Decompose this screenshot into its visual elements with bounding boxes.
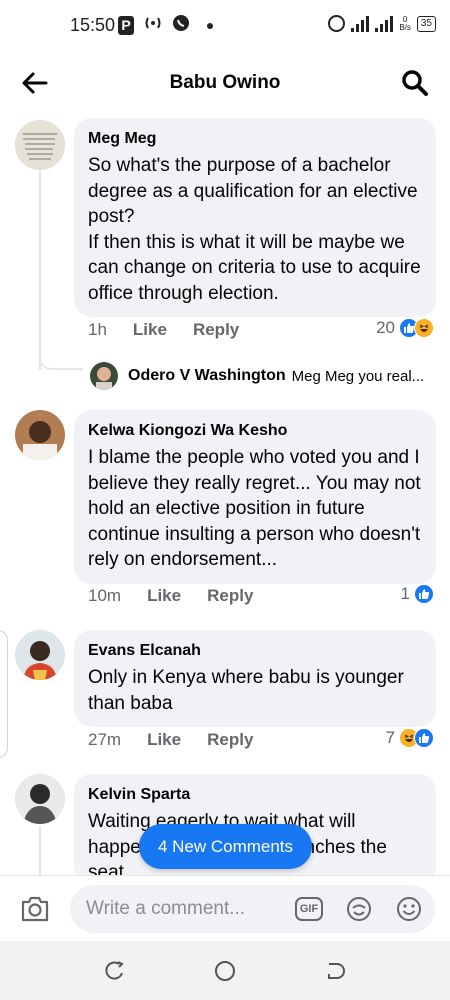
- comment-actions: 1h Like Reply: [88, 320, 239, 340]
- reply-button[interactable]: Reply: [207, 730, 253, 750]
- like-reaction-icon: [414, 584, 434, 604]
- gif-button[interactable]: GIF: [295, 897, 323, 921]
- reaction-summary[interactable]: 1: [401, 584, 434, 604]
- haha-reaction-icon: [414, 318, 434, 338]
- comment-actions: 10m Like Reply: [88, 586, 253, 606]
- camera-icon: [21, 896, 49, 922]
- like-button[interactable]: Like: [147, 730, 181, 750]
- thread-line: [39, 826, 41, 875]
- network-speed: 0 B/s: [399, 14, 411, 32]
- comment-list[interactable]: Meg Meg So what's the purpose of a bache…: [0, 108, 450, 875]
- search-button[interactable]: [400, 68, 430, 98]
- hotspot-icon: [143, 15, 163, 36]
- reply-snippet: Meg Meg you real...: [291, 367, 425, 385]
- avatar[interactable]: [15, 774, 65, 824]
- comment-author[interactable]: Meg Meg: [88, 128, 422, 150]
- reply-button[interactable]: Reply: [193, 320, 239, 340]
- sticker-button[interactable]: [345, 895, 373, 923]
- comment-author[interactable]: Evans Elcanah: [88, 640, 422, 662]
- battery-indicator: 35: [416, 15, 436, 32]
- comment-composer: Write a comment... GIF: [0, 875, 450, 941]
- whatsapp-icon: [172, 14, 190, 37]
- comment-time[interactable]: 10m: [88, 586, 121, 606]
- like-button[interactable]: Like: [147, 586, 181, 606]
- recent-apps-button[interactable]: [103, 959, 127, 983]
- comment-input-placeholder: Write a comment...: [86, 898, 246, 919]
- home-circle-icon: [215, 961, 235, 981]
- signal-icon-2: [375, 15, 394, 32]
- emoji-button[interactable]: [395, 895, 423, 923]
- comment-author[interactable]: Kelwa Kiongozi Wa Kesho: [88, 420, 422, 442]
- search-icon: [402, 70, 428, 96]
- comment-bubble[interactable]: Evans Elcanah Only in Kenya where babu i…: [74, 630, 436, 727]
- reply-author[interactable]: Odero V Washington: [128, 367, 286, 385]
- reaction-summary[interactable]: 7: [386, 728, 434, 748]
- camera-button[interactable]: [20, 895, 50, 923]
- page-header: Babu Owino: [0, 58, 450, 108]
- reaction-count: 1: [400, 584, 410, 603]
- comment-text: So what's the purpose of a bachelor degr…: [88, 155, 421, 304]
- status-bar: 15:50 P 0 B/s 35: [0, 0, 450, 50]
- like-button[interactable]: Like: [133, 320, 167, 340]
- scroll-edge-tab: [0, 630, 8, 758]
- page-title: Babu Owino: [169, 72, 281, 93]
- emoji-icon: [397, 897, 421, 921]
- reaction-count: 7: [385, 728, 395, 747]
- like-reaction-icon: [414, 728, 434, 748]
- comment-input[interactable]: Write a comment... GIF: [70, 885, 435, 933]
- comment-actions: 27m Like Reply: [88, 730, 253, 750]
- status-time: 15:50: [70, 15, 116, 35]
- new-comments-button[interactable]: 4 New Comments: [139, 824, 312, 869]
- reply-button[interactable]: Reply: [207, 586, 253, 606]
- comment-text: I blame the people who voted you and I b…: [88, 447, 421, 570]
- system-navigation-bar: [0, 941, 450, 1000]
- recent-apps-icon: [105, 961, 124, 980]
- back-nav-icon: [328, 963, 345, 979]
- reply-preview[interactable]: Odero V Washington Meg Meg you real...: [90, 362, 424, 390]
- comment-bubble[interactable]: Kelwa Kiongozi Wa Kesho I blame the peop…: [74, 410, 436, 584]
- home-button[interactable]: [213, 959, 237, 983]
- reaction-summary[interactable]: 20: [376, 318, 434, 338]
- notification-dot: [207, 22, 213, 29]
- sticker-icon: [347, 897, 371, 921]
- comment-bubble[interactable]: Meg Meg So what's the purpose of a bache…: [74, 118, 436, 317]
- thread-line: [39, 170, 41, 370]
- comment-author[interactable]: Kelvin Sparta: [88, 784, 422, 806]
- back-nav-button[interactable]: [323, 959, 347, 983]
- comment-text: Only in Kenya where babu is younger than…: [88, 667, 404, 714]
- avatar[interactable]: [15, 410, 65, 460]
- comment-time[interactable]: 1h: [88, 320, 107, 340]
- parking-app-icon: P: [118, 16, 134, 35]
- alarm-icon: [328, 15, 346, 32]
- comment-time[interactable]: 27m: [88, 730, 121, 750]
- avatar[interactable]: [15, 630, 65, 680]
- reaction-count: 20: [376, 318, 395, 337]
- reply-avatar[interactable]: [90, 362, 118, 390]
- avatar[interactable]: [15, 120, 65, 170]
- signal-icon-1: [351, 15, 370, 32]
- thread-connector: [39, 348, 83, 370]
